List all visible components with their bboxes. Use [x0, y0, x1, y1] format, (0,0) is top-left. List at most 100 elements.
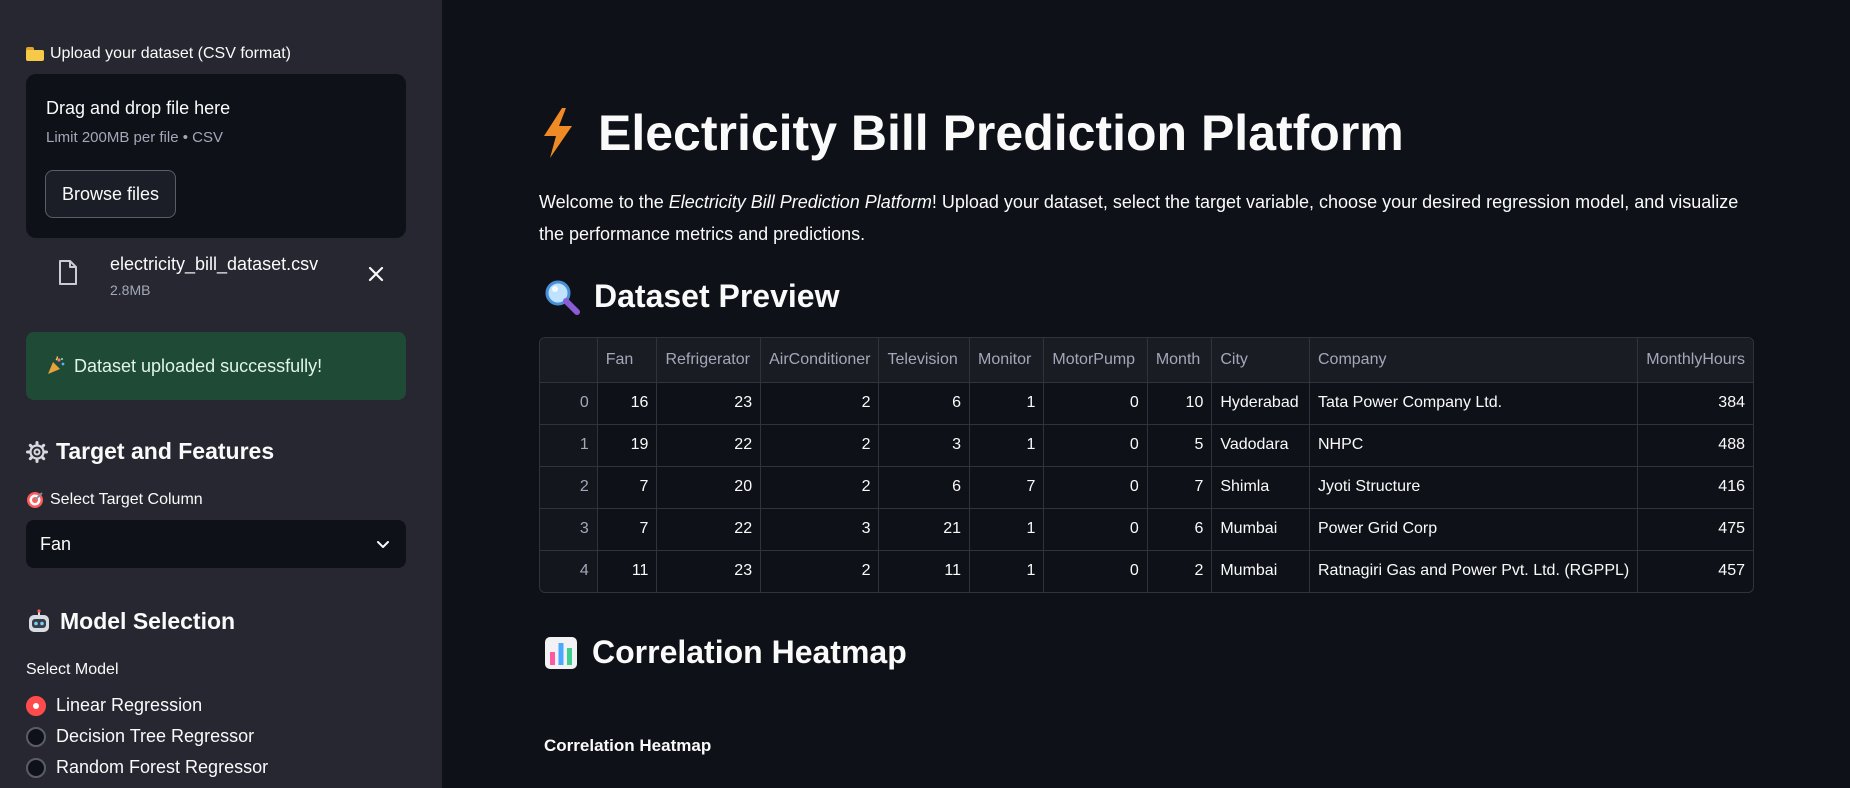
model-option-linear-regression[interactable]: Linear Regression [26, 695, 202, 716]
table-cell[interactable]: Mumbai [1211, 508, 1310, 551]
folder-icon [26, 47, 44, 61]
table-cell[interactable]: 6 [878, 466, 970, 509]
browse-files-button[interactable]: Browse files [45, 170, 177, 218]
table-cell[interactable]: 475 [1637, 508, 1753, 551]
table-cell[interactable]: 21 [878, 508, 970, 551]
table-cell[interactable]: 488 [1637, 424, 1753, 467]
table-row: 0 16 23 2 6 1 0 10 Hyderabad Tata Power … [540, 382, 1753, 425]
table-cell[interactable]: 5 [1147, 424, 1213, 467]
table-cell[interactable]: 23 [656, 550, 762, 592]
lightning-icon [544, 108, 572, 158]
table-row: 3 7 22 3 21 1 0 6 Mumbai Power Grid Corp… [540, 508, 1753, 551]
table-cell[interactable]: 416 [1637, 466, 1753, 509]
table-cell[interactable]: 7 [1147, 466, 1213, 509]
radio-button[interactable] [26, 695, 46, 716]
table-cell[interactable]: Mumbai [1211, 550, 1310, 592]
dataset-preview-header: Dataset Preview [544, 278, 839, 315]
table-cell[interactable]: 0 [1043, 466, 1148, 509]
table-cell[interactable]: 2 [760, 466, 880, 509]
table-cell[interactable]: Power Grid Corp [1309, 508, 1639, 551]
table-cell[interactable]: 7 [597, 466, 658, 509]
table-cell[interactable]: 0 [1043, 508, 1148, 551]
row-index: 1 [540, 424, 598, 467]
bar-chart-icon [545, 636, 577, 669]
row-index: 2 [540, 466, 598, 509]
target-column-select[interactable]: Fan [26, 520, 406, 568]
table-cell[interactable]: 0 [1043, 424, 1148, 467]
table-cell[interactable]: 2 [760, 424, 880, 467]
table-cell[interactable]: 16 [597, 382, 658, 425]
model-option-label: Random Forest Regressor [56, 757, 269, 777]
column-header[interactable]: Fan [597, 338, 658, 383]
table-cell[interactable]: 1 [969, 508, 1045, 551]
table-cell[interactable]: Tata Power Company Ltd. [1309, 382, 1639, 425]
column-header[interactable]: Refrigerator [656, 338, 762, 383]
column-header[interactable]: Month [1147, 338, 1213, 383]
table-cell[interactable]: 7 [597, 508, 658, 551]
column-header[interactable]: Company [1309, 338, 1639, 383]
table-cell[interactable]: 2 [1147, 550, 1213, 592]
table-cell[interactable]: 1 [969, 424, 1045, 467]
table-cell[interactable]: 3 [760, 508, 880, 551]
column-header[interactable]: Monitor [969, 338, 1045, 383]
file-dropzone[interactable]: Drag and drop file here Limit 200MB per … [26, 74, 406, 238]
table-cell[interactable]: 11 [878, 550, 970, 592]
column-header[interactable]: Television [878, 338, 970, 383]
target-header: Target and Features [26, 438, 274, 465]
table-cell[interactable]: 2 [760, 382, 880, 425]
intro-text: Welcome to the Electricity Bill Predicti… [539, 192, 1739, 244]
table-cell[interactable]: Jyoti Structure [1309, 466, 1639, 509]
table-header-row: Fan Refrigerator AirConditioner Televisi… [540, 338, 1753, 383]
target-column-value: Fan [40, 533, 72, 554]
dataset-preview-table[interactable]: Fan Refrigerator AirConditioner Televisi… [539, 337, 1754, 593]
table-cell[interactable]: 1 [969, 550, 1045, 592]
table-cell[interactable]: 10 [1147, 382, 1213, 425]
table-cell[interactable]: 11 [597, 550, 658, 592]
column-header[interactable]: AirConditioner [760, 338, 880, 383]
model-option-decision-tree[interactable]: Decision Tree Regressor [26, 726, 254, 747]
table-row: 2 7 20 2 6 7 0 7 Shimla Jyoti Structure … [540, 466, 1753, 509]
success-message: Dataset uploaded successfully! [74, 355, 323, 376]
column-header[interactable]: MonthlyHours [1637, 338, 1753, 383]
table-cell[interactable]: Hyderabad [1211, 382, 1310, 425]
upload-label: Upload your dataset (CSV format) [26, 45, 291, 63]
model-option-random-forest[interactable]: Random Forest Regressor [26, 757, 268, 778]
table-cell[interactable]: 20 [656, 466, 762, 509]
target-label: Select Target Column [26, 491, 203, 509]
table-cell[interactable]: Vadodara [1211, 424, 1310, 467]
table-cell[interactable]: 22 [656, 424, 762, 467]
column-header[interactable]: MotorPump [1043, 338, 1148, 383]
chevron-down-icon [377, 541, 389, 548]
radio-button[interactable] [26, 757, 46, 778]
column-header[interactable] [540, 338, 598, 383]
table-cell[interactable]: 6 [1147, 508, 1213, 551]
table-cell[interactable]: 22 [656, 508, 762, 551]
table-cell[interactable]: Shimla [1211, 466, 1310, 509]
table-cell[interactable]: 7 [969, 466, 1045, 509]
table-cell[interactable]: 6 [878, 382, 970, 425]
table-cell[interactable]: 384 [1637, 382, 1753, 425]
table-cell[interactable]: 23 [656, 382, 762, 425]
gear-icon [26, 440, 48, 463]
sidebar: Upload your dataset (CSV format) Drag an… [0, 0, 442, 788]
table-cell[interactable]: 3 [878, 424, 970, 467]
close-icon[interactable] [364, 262, 388, 286]
magnifier-icon [545, 280, 580, 315]
success-alert: Dataset uploaded successfully! [26, 332, 406, 400]
page-title: Electricity Bill Prediction Platform [540, 104, 1404, 162]
table-cell[interactable]: 0 [1043, 382, 1148, 425]
table-cell[interactable]: 1 [969, 382, 1045, 425]
file-icon [59, 260, 77, 285]
column-header[interactable]: City [1211, 338, 1310, 383]
table-cell[interactable]: 2 [760, 550, 880, 592]
table-cell[interactable]: 19 [597, 424, 658, 467]
table-cell[interactable]: 457 [1638, 550, 1753, 592]
intro-platform-name: Electricity Bill Prediction Platform [668, 192, 932, 212]
model-label: Select Model [26, 661, 119, 678]
file-size: 2.8MB [110, 282, 151, 298]
table-cell[interactable]: 0 [1043, 550, 1148, 592]
radio-button[interactable] [26, 726, 46, 747]
table-row: 1 19 22 2 3 1 0 5 Vadodara NHPC 488 [540, 424, 1753, 467]
table-cell[interactable]: Ratnagiri Gas and Power Pvt. Ltd. (RGPPL… [1309, 550, 1639, 592]
table-cell[interactable]: NHPC [1309, 424, 1639, 467]
